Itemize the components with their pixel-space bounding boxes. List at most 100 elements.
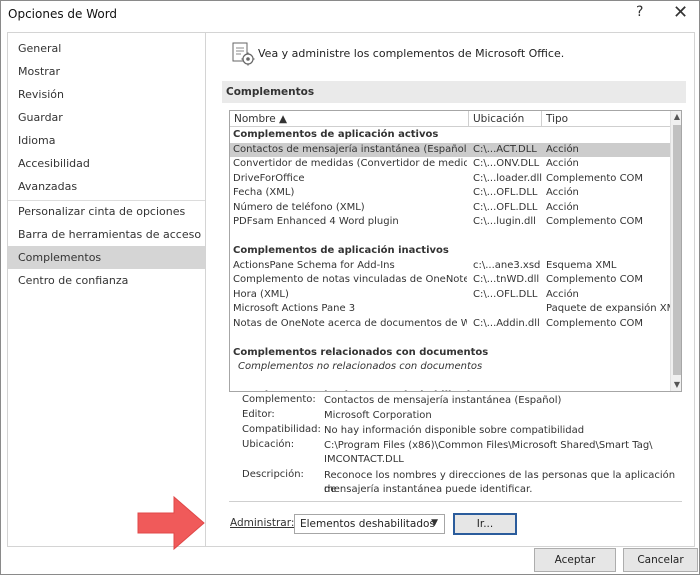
column-header-tipo[interactable]: Tipo (542, 111, 670, 127)
help-button[interactable]: ? (636, 4, 643, 20)
table-spacer (230, 331, 670, 346)
nav-item-avanzadas[interactable]: Avanzadas (8, 175, 205, 198)
scroll-thumb[interactable] (673, 125, 681, 375)
addin-type: Acción (546, 288, 579, 300)
table-row[interactable]: Número de teléfono (XML) C:\...OFL.DLL Acc… (230, 201, 670, 216)
table-row[interactable]: ActionsPane Schema for Add-Ins c:\...ane3… (230, 259, 670, 274)
table-row: Complementos no relacionados con documen… (230, 360, 670, 375)
addins-icon (232, 42, 255, 66)
go-button[interactable]: Ir... (453, 513, 517, 535)
nav-item-personalizar-cinta[interactable]: Personalizar cinta de opciones (8, 200, 205, 223)
addin-type: Acción (546, 158, 579, 169)
divider (229, 501, 682, 502)
detail-label: Descripción: (242, 469, 304, 480)
addin-name: Complementos no relacionados con documen… (238, 361, 483, 372)
addin-name: Contactos de mensajería instantánea (Esp… (233, 143, 467, 155)
addin-location: C:\...loader.dll (473, 172, 543, 184)
addin-name: Hora (XML) (233, 288, 289, 300)
nav-item-revision[interactable]: Revisión (8, 83, 205, 106)
nav-item-general[interactable]: General (8, 37, 205, 60)
addin-location: C:\...Addin.dll (473, 317, 540, 329)
table-group-header: Complementos de elementos deshabilitados (230, 389, 670, 391)
addin-location: C:\...ONV.DLL (473, 158, 540, 169)
group-title: Complementos relacionados con documentos (233, 346, 489, 358)
close-button[interactable]: ✕ (673, 2, 688, 23)
addin-name: PDFsam Enhanced 4 Word plugin (233, 216, 399, 227)
addin-name: Fecha (XML) (233, 187, 295, 198)
addin-name: Número de teléfono (XML) (233, 201, 365, 213)
group-title: Complementos de elementos deshabilitados (233, 390, 663, 391)
table-spacer (230, 375, 670, 390)
detail-ubicacion-line2: IMCONTACT.DLL (324, 454, 404, 465)
addin-location: C:\...OFL.DLL (473, 201, 538, 213)
table-row[interactable]: Convertidor de medidas (Convertidor de m… (230, 157, 670, 172)
ok-button[interactable]: Aceptar (534, 548, 616, 572)
section-title: Complementos (222, 81, 686, 103)
addin-type: Complemento COM (546, 172, 644, 184)
detail-label: Complemento: (242, 394, 316, 405)
table-row[interactable]: Notas de OneNote acerca de documentos de… (230, 317, 670, 332)
panel-heading: Vea y administre los complementos de Mic… (258, 47, 565, 60)
detail-descripcion-line2: mensajería instantánea puede identificar… (324, 484, 533, 495)
table-row[interactable]: Complemento de notas vinculadas de OneNo… (230, 273, 670, 288)
table-row[interactable]: Fecha (XML) C:\...OFL.DLL Acción (230, 186, 670, 201)
addin-name: ActionsPane Schema for Add-Ins (233, 259, 395, 271)
title-bar: Opciones de Word ? ✕ (1, 1, 699, 31)
table-group-header: Complementos de aplicación inactivos (230, 244, 670, 259)
table-spacer (230, 230, 670, 245)
nav-item-complementos[interactable]: Complementos (8, 246, 205, 269)
addin-type: Acción (546, 201, 579, 213)
addin-type: Esquema XML (546, 259, 617, 271)
detail-compatibilidad: No hay información disponible sobre comp… (324, 425, 585, 436)
table-group-header: Complementos de aplicación activos (230, 128, 670, 143)
addin-type: Paquete de expansión XML (546, 303, 670, 314)
vertical-scrollbar[interactable]: ▲ ▼ (670, 111, 681, 391)
addins-panel: Vea y administre los complementos de Mic… (206, 32, 695, 547)
manage-label: Administrar: (230, 517, 295, 529)
nav-item-idioma[interactable]: Idioma (8, 129, 205, 152)
detail-label: Compatibilidad: (242, 424, 321, 435)
detail-label: Editor: (242, 409, 275, 420)
addin-name: Convertidor de medidas (Convertidor de m… (233, 158, 467, 169)
scroll-down-icon[interactable]: ▼ (671, 379, 681, 391)
addins-table: Nombre ▲ Ubicación Tipo Complementos de … (229, 110, 682, 392)
table-row[interactable]: Hora (XML) C:\...OFL.DLL Acción (230, 288, 670, 303)
addin-type: Complemento COM (546, 317, 644, 329)
addin-name: Microsoft Actions Pane 3 (233, 303, 356, 314)
window-title: Opciones de Word (8, 7, 118, 21)
nav-item-barra-acceso-rapido[interactable]: Barra de herramientas de acceso rápido (8, 223, 205, 264)
nav-item-accesibilidad[interactable]: Accesibilidad (8, 152, 205, 175)
detail-label: Ubicación: (242, 439, 295, 450)
addin-type: Complemento COM (546, 274, 644, 285)
nav-item-centro-confianza[interactable]: Centro de confianza (8, 269, 205, 292)
addin-type: Acción (546, 187, 579, 198)
chevron-down-icon: ▼ (431, 518, 438, 528)
column-header-nombre[interactable]: Nombre ▲ (230, 111, 469, 127)
table-row[interactable]: Contactos de mensajería instantánea (Esp… (230, 142, 670, 157)
manage-select-value: Elementos deshabilitados (300, 518, 435, 530)
detail-ubicacion-line1: C:\Program Files (x86)\Common Files\Micr… (324, 440, 653, 451)
addin-location: C:\...tnWD.dll (473, 274, 540, 285)
addin-type: Complemento COM (546, 216, 644, 227)
addin-name: Notas de OneNote acerca de documentos de… (233, 317, 467, 329)
scroll-up-icon[interactable]: ▲ (671, 111, 681, 123)
options-window: Opciones de Word ? ✕ General Mostrar Rev… (0, 0, 700, 575)
manage-select[interactable]: Elementos deshabilitados ▼ (294, 514, 445, 534)
group-title: Complementos de aplicación activos (233, 129, 439, 140)
table-row[interactable]: Microsoft Actions Pane 3 Paquete de expan… (230, 302, 670, 317)
nav-item-mostrar[interactable]: Mostrar (8, 60, 205, 83)
arrow-pointer-icon (137, 495, 205, 551)
addin-location: C:\...ACT.DLL (473, 143, 537, 155)
column-header-ubicacion[interactable]: Ubicación (469, 111, 542, 127)
table-row[interactable]: PDFsam Enhanced 4 Word plugin C:\...lugin… (230, 215, 670, 230)
table-group-header: Complementos relacionados con documentos (230, 346, 670, 361)
addin-name: DriveForOffice (233, 172, 305, 184)
addin-location: C:\...lugin.dll (473, 216, 536, 227)
table-header: Nombre ▲ Ubicación Tipo (230, 111, 670, 127)
addin-name: Complemento de notas vinculadas de OneNo… (233, 274, 467, 285)
addin-location: c:\...ane3.xsd (473, 259, 541, 271)
cancel-button[interactable]: Cancelar (623, 548, 698, 572)
addin-location: C:\...OFL.DLL (473, 187, 538, 198)
nav-item-guardar[interactable]: Guardar (8, 106, 205, 129)
table-row[interactable]: DriveForOffice C:\...loader.dll Complement… (230, 172, 670, 187)
